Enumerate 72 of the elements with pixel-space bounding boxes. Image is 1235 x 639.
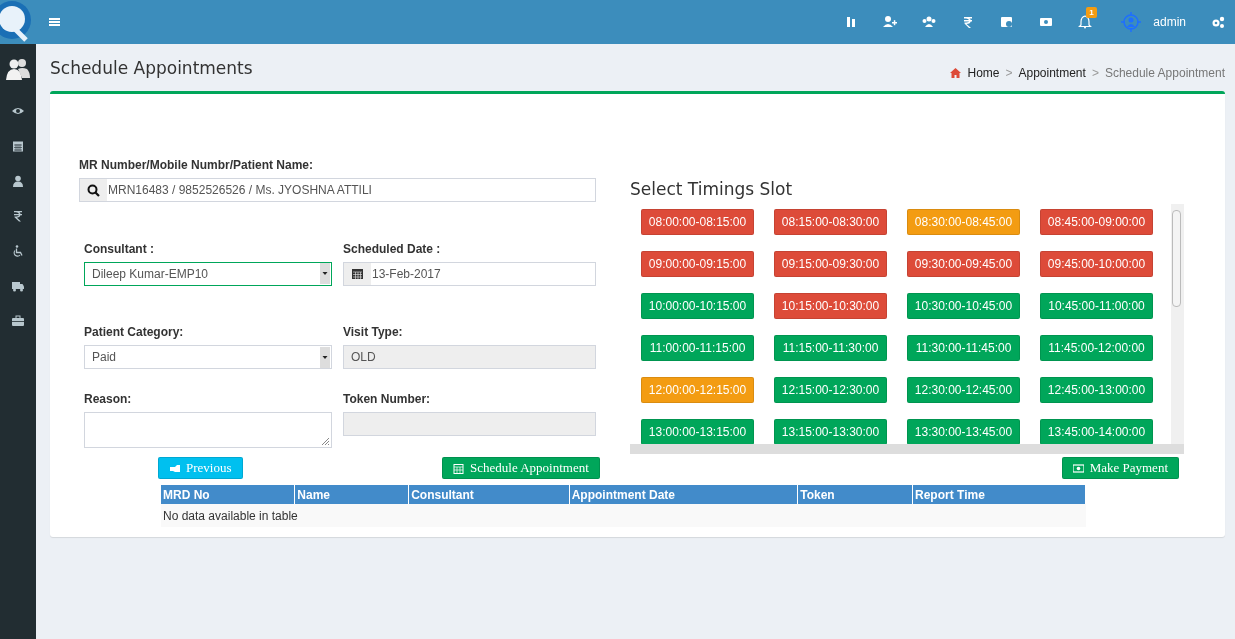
time-slot-button[interactable]: 13:30:00-13:45:00 <box>907 419 1020 445</box>
select-field[interactable]: Dileep Kumar-EMP10 <box>84 261 332 286</box>
time-slot-button[interactable]: 10:30:00-10:45:00 <box>907 293 1020 319</box>
time-slot-button[interactable]: 12:15:00-12:30:00 <box>774 377 887 403</box>
column-header[interactable]: Appointment Date <box>569 485 798 504</box>
eye-icon[interactable] <box>12 105 24 117</box>
time-slot-button[interactable]: 13:15:00-13:30:00 <box>774 419 887 445</box>
time-slot-button[interactable]: 12:45:00-13:00:00 <box>1040 377 1153 403</box>
home-icon <box>950 68 962 78</box>
field-label: Scheduled Date : <box>343 241 441 256</box>
schedule-appointment-button[interactable]: Schedule Appointment <box>442 457 600 479</box>
time-slot-button[interactable]: 12:30:00-12:45:00 <box>907 377 1020 403</box>
doctors-avatar-icon <box>5 56 31 82</box>
breadcrumb-separator: > <box>1091 66 1099 80</box>
previous-button[interactable]: Previous <box>158 457 243 479</box>
time-slot-button[interactable]: 08:00:00-08:15:00 <box>641 209 754 235</box>
make-payment-button[interactable]: Make Payment <box>1061 457 1179 479</box>
time-slot-button[interactable]: 11:15:00-11:30:00 <box>774 335 887 361</box>
money-icon <box>1072 462 1084 474</box>
time-slot-button[interactable]: 11:45:00-12:00:00 <box>1040 335 1153 361</box>
time-slot-button[interactable]: 08:15:00-08:30:00 <box>774 209 887 235</box>
field-label: Reason: <box>84 391 132 406</box>
field-label: Visit Type: <box>343 325 403 339</box>
truck-icon[interactable] <box>12 280 24 292</box>
time-slot-button[interactable]: 09:15:00-09:30:00 <box>774 251 887 277</box>
resize-grip-icon <box>320 435 330 446</box>
field-label: MR Number/Mobile Numbr/Patient Name: <box>79 158 314 172</box>
select-field[interactable]: Paid <box>84 345 332 369</box>
column-header[interactable]: Report Time <box>912 485 1086 504</box>
field-label: Token Number: <box>343 391 431 406</box>
patient-search-field[interactable]: MRN16483 / 9852526526 / Ms. JYOSHNA ATTILI <box>79 178 596 202</box>
time-slot-button[interactable]: 12:00:00-12:15:00 <box>641 377 754 403</box>
breadcrumb-link[interactable]: Home <box>967 66 1000 80</box>
notification-badge: 1 <box>1086 7 1097 18</box>
user-icon[interactable] <box>12 175 24 187</box>
rupee-icon[interactable] <box>12 210 24 222</box>
breadcrumb-link[interactable]: Appointment <box>1018 66 1086 80</box>
wheelchair-icon[interactable] <box>12 245 24 257</box>
field-label: Consultant : <box>84 241 154 256</box>
page-title: Schedule Appointments <box>50 57 253 78</box>
column-header[interactable]: MRD No <box>161 485 295 504</box>
time-slot-button[interactable]: 13:45:00-14:00:00 <box>1040 419 1153 445</box>
text-field: OLD <box>343 345 596 369</box>
briefcase-icon[interactable] <box>12 315 24 327</box>
slots-title: Select Timings Slot <box>630 179 793 199</box>
time-slot-button[interactable]: 09:00:00-09:15:00 <box>641 251 754 277</box>
time-slot-button[interactable]: 13:00:00-13:15:00 <box>641 419 754 445</box>
time-slot-button[interactable]: 11:30:00-11:45:00 <box>907 335 1020 361</box>
time-slot-button[interactable]: 10:15:00-10:30:00 <box>774 293 887 319</box>
empty-table-message: No data available in table <box>161 504 1086 527</box>
breadcrumb-separator: > <box>1005 66 1013 80</box>
column-header[interactable]: Name <box>294 485 409 504</box>
users-icon[interactable] <box>922 15 937 29</box>
vertical-scrollbar[interactable] <box>1171 204 1184 444</box>
column-header[interactable]: Token <box>797 485 913 504</box>
menu-icon[interactable] <box>48 15 62 29</box>
time-slot-button[interactable]: 09:45:00-10:00:00 <box>1040 251 1153 277</box>
user-add-icon[interactable] <box>883 15 898 29</box>
time-slot-button[interactable]: 11:00:00-11:15:00 <box>641 335 754 361</box>
time-slot-button[interactable]: 10:00:00-10:15:00 <box>641 293 754 319</box>
time-slot-button[interactable]: 08:30:00-08:45:00 <box>907 209 1020 235</box>
time-slot-button[interactable]: 08:45:00-09:00:00 <box>1040 209 1153 235</box>
date-field[interactable]: 13-Feb-2017 <box>343 261 596 286</box>
user-name[interactable]: admin <box>1153 15 1186 29</box>
column-header[interactable]: Consultant <box>408 485 570 504</box>
bell-icon[interactable] <box>1078 15 1093 29</box>
time-slot-button[interactable]: 09:30:00-09:45:00 <box>907 251 1020 277</box>
time-slot-button[interactable]: 10:45:00-11:00:00 <box>1040 293 1153 319</box>
horizontal-scrollbar[interactable] <box>630 444 1184 454</box>
search-icon <box>87 183 100 197</box>
money-icon[interactable] <box>1039 15 1054 29</box>
field-label: Patient Category: <box>84 325 184 339</box>
